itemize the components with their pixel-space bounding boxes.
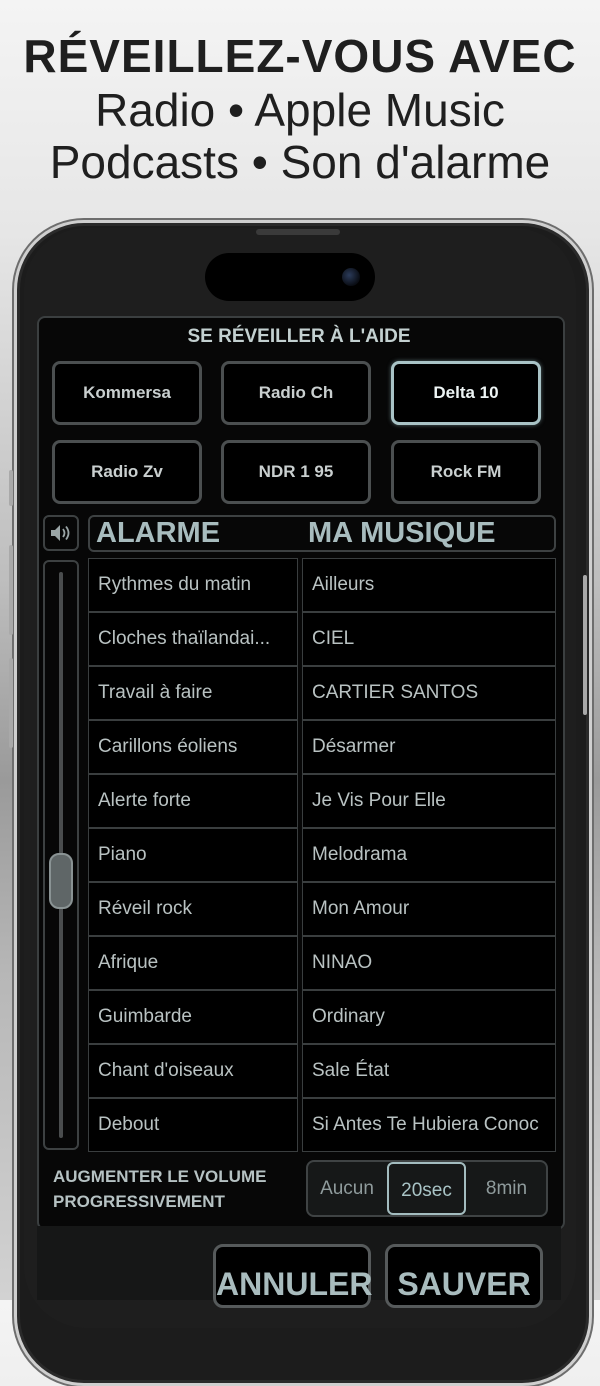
alarm-sound-item[interactable]: Cloches thaïlandai... — [88, 612, 298, 666]
headline-line-3: Podcasts • Son d'alarme — [49, 136, 551, 188]
volume-slider-thumb[interactable] — [49, 853, 73, 909]
alarm-sound-item[interactable]: Réveil rock — [88, 882, 298, 936]
phone-power-button — [583, 575, 587, 715]
music-track-item[interactable]: Mon Amour — [302, 882, 556, 936]
volume-ramp-label-line-1: AUGMENTER LE VOLUME — [53, 1167, 267, 1186]
save-button[interactable]: SAUVER — [385, 1244, 543, 1308]
alarm-sound-item[interactable]: Guimbarde — [88, 990, 298, 1044]
phone-mute-button — [9, 470, 13, 506]
alarm-sound-item[interactable]: Carillons éoliens — [88, 720, 298, 774]
panel-title: SE RÉVEILLER À L'AIDE — [187, 326, 411, 347]
ramp-option-none[interactable]: Aucun — [308, 1162, 386, 1215]
ramp-option-8min[interactable]: 8min — [467, 1162, 546, 1215]
ramp-option-20sec[interactable]: 20sec — [387, 1162, 466, 1215]
station-button-1[interactable]: Kommersa — [52, 361, 202, 425]
station-button-4[interactable]: Radio Zv — [52, 440, 202, 504]
speaker-icon — [51, 525, 70, 541]
station-button-2[interactable]: Radio Ch — [221, 361, 371, 425]
earpiece-speaker — [256, 229, 340, 235]
tab-my-music[interactable]: MA MUSIQUE — [308, 515, 495, 552]
music-track-item[interactable]: CARTIER SANTOS — [302, 666, 556, 720]
alarm-sound-item[interactable]: Debout — [88, 1098, 298, 1152]
tab-alarm[interactable]: ALARME — [96, 515, 220, 552]
music-track-item[interactable]: Si Antes Te Hubiera Conoc — [302, 1098, 556, 1152]
alarm-sound-item[interactable]: Afrique — [88, 936, 298, 990]
alarm-sound-item[interactable]: Piano — [88, 828, 298, 882]
cancel-button[interactable]: ANNULER — [213, 1244, 372, 1308]
alarm-sound-item[interactable]: Travail à faire — [88, 666, 298, 720]
volume-ramp-label: AUGMENTER LE VOLUME PROGRESSIVEMENT — [53, 1164, 303, 1214]
alarm-sound-item[interactable]: Chant d'oiseaux — [88, 1044, 298, 1098]
camera-icon — [342, 268, 360, 286]
music-track-item[interactable]: Désarmer — [302, 720, 556, 774]
volume-button[interactable] — [43, 515, 79, 551]
music-track-item[interactable]: Melodrama — [302, 828, 556, 882]
music-track-item[interactable]: Ailleurs — [302, 558, 556, 612]
headline-line-1: RÉVEILLEZ-VOUS AVEC — [23, 30, 577, 82]
music-track-item[interactable]: Je Vis Pour Elle — [302, 774, 556, 828]
music-track-item[interactable]: Sale État — [302, 1044, 556, 1098]
station-button-5[interactable]: NDR 1 95 — [221, 440, 371, 504]
alarm-sound-item[interactable]: Alerte forte — [88, 774, 298, 828]
volume-ramp-label-line-2: PROGRESSIVEMENT — [53, 1192, 225, 1211]
promo-headline: RÉVEILLEZ-VOUS AVEC Radio • Apple Music … — [0, 28, 600, 188]
music-track-item[interactable]: CIEL — [302, 612, 556, 666]
station-button-3[interactable]: Delta 10 — [391, 361, 541, 425]
alarm-sound-item[interactable]: Rythmes du matin — [88, 558, 298, 612]
phone-volume-down-button — [9, 658, 13, 748]
music-track-item[interactable]: NINAO — [302, 936, 556, 990]
headline-line-2: Radio • Apple Music — [95, 84, 505, 136]
music-track-item[interactable]: Ordinary — [302, 990, 556, 1044]
station-button-6[interactable]: Rock FM — [391, 440, 541, 504]
phone-volume-up-button — [9, 545, 13, 635]
